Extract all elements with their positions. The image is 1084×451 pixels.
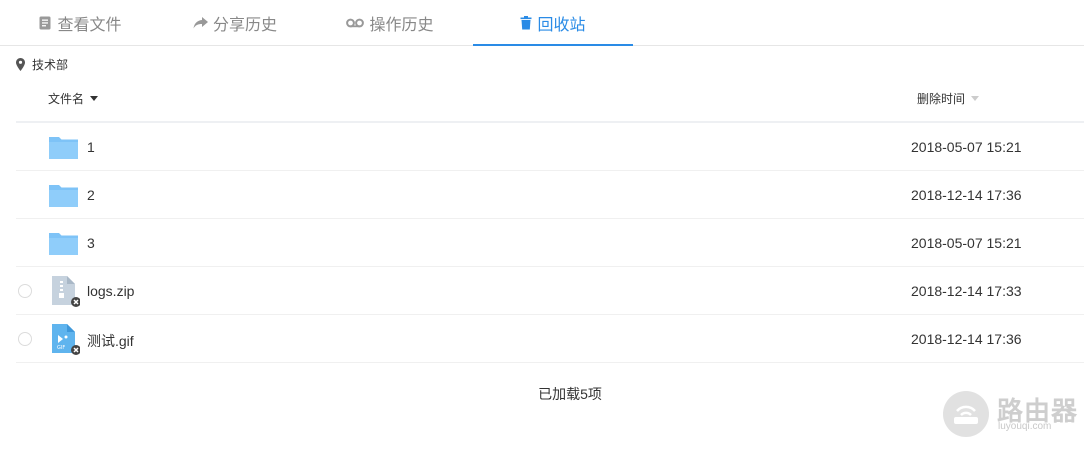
table-row[interactable]: logs.zip 2018-12-14 17:33 — [16, 267, 1084, 315]
column-header-name-label: 文件名 — [48, 92, 85, 106]
deleted-time: 2018-05-07 15:21 — [911, 235, 1022, 251]
file-name: 1 — [87, 139, 95, 155]
file-list-icon — [38, 16, 52, 30]
file-name: 测试.gif — [87, 333, 134, 349]
table-row[interactable]: 3 2018-05-07 15:21 — [16, 219, 1084, 267]
folder-icon — [48, 131, 80, 163]
watermark-subtitle: luyouqi.com — [998, 421, 1052, 432]
deleted-time: 2018-12-14 17:36 — [911, 331, 1022, 347]
tab-label: 操作历史 — [369, 17, 434, 34]
column-header-deleted-time[interactable]: 删除时间 — [917, 90, 980, 107]
column-header-time-label: 删除时间 — [917, 92, 966, 106]
zip-file-icon — [48, 275, 81, 307]
folder-icon — [48, 179, 80, 211]
row-checkbox[interactable] — [18, 332, 32, 346]
gif-file-icon: GIF — [48, 323, 81, 355]
column-header-name[interactable]: 文件名 — [48, 90, 99, 107]
folder-icon — [48, 227, 80, 259]
file-name: 2 — [87, 187, 95, 203]
breadcrumb-label[interactable]: 技术部 — [32, 56, 68, 73]
breadcrumb: 技术部 — [16, 55, 68, 73]
table-row[interactable]: 1 2018-05-07 15:21 — [16, 123, 1084, 171]
watermark: 路由器 luyouqi.com — [941, 385, 1081, 441]
file-name: 3 — [87, 235, 95, 251]
tab-label: 回收站 — [537, 17, 586, 34]
row-checkbox[interactable] — [18, 284, 32, 298]
file-name: logs.zip — [87, 283, 135, 299]
file-list: 1 2018-05-07 15:21 2 2018-12-14 17:36 3 … — [16, 123, 1084, 363]
share-icon — [193, 17, 208, 29]
deleted-time: 2018-12-14 17:36 — [911, 187, 1022, 203]
tab-label: 查看文件 — [57, 17, 122, 34]
tab-bar: 查看文件 分享历史 操作历史 回收站 — [0, 0, 1084, 46]
table-row[interactable]: 2 2018-12-14 17:36 — [16, 171, 1084, 219]
location-pin-icon — [16, 57, 25, 71]
table-row[interactable]: GIF 测试.gif 2018-12-14 17:36 — [16, 315, 1084, 363]
tab-operation-history[interactable]: 操作历史 — [310, 0, 470, 46]
tab-view-files[interactable]: 查看文件 — [0, 0, 160, 46]
tab-label: 分享历史 — [212, 17, 277, 34]
sort-icon — [971, 96, 980, 101]
active-tab-indicator — [473, 44, 633, 46]
load-status: 已加载5项 — [538, 386, 602, 402]
tab-recycle-bin[interactable]: 回收站 — [473, 0, 633, 46]
trash-icon — [520, 16, 532, 30]
deleted-time: 2018-12-14 17:33 — [911, 283, 1022, 299]
router-icon — [943, 391, 989, 437]
history-icon — [346, 18, 365, 28]
deleted-time: 2018-05-07 15:21 — [911, 139, 1022, 155]
tab-share-history[interactable]: 分享历史 — [160, 0, 310, 46]
svg-text:GIF: GIF — [57, 345, 65, 351]
sort-desc-icon — [90, 96, 99, 101]
